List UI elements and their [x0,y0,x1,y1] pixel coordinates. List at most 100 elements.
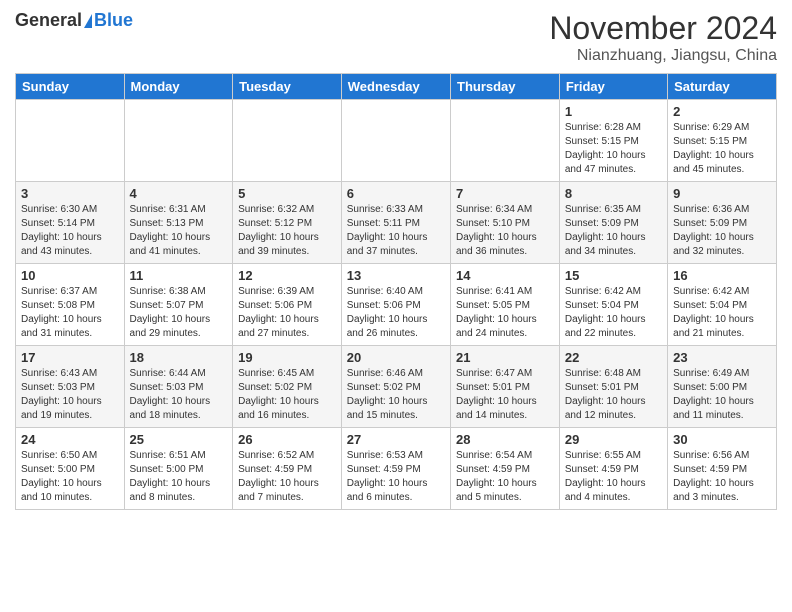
day-number: 27 [347,432,445,447]
day-number: 28 [456,432,554,447]
table-row [451,100,560,182]
header: General Blue November 2024 Nianzhuang, J… [15,10,777,65]
day-number: 11 [130,268,228,283]
calendar-week-5: 24 Sunrise: 6:50 AMSunset: 5:00 PMDayligh… [16,428,777,510]
table-row: 19 Sunrise: 6:45 AMSunset: 5:02 PMDayligh… [233,346,342,428]
day-number: 9 [673,186,771,201]
table-row: 9 Sunrise: 6:36 AMSunset: 5:09 PMDaylight… [668,182,777,264]
logo: General Blue [15,10,133,31]
location-subtitle: Nianzhuang, Jiangsu, China [549,47,777,65]
calendar-week-3: 10 Sunrise: 6:37 AMSunset: 5:08 PMDayligh… [16,264,777,346]
day-info: Sunrise: 6:53 AMSunset: 4:59 PMDaylight:… [347,449,445,505]
calendar: Sunday Monday Tuesday Wednesday Thursday… [15,73,777,510]
day-number: 24 [21,432,119,447]
table-row: 12 Sunrise: 6:39 AMSunset: 5:06 PMDayligh… [233,264,342,346]
logo-triangle-icon [84,14,92,28]
day-info: Sunrise: 6:50 AMSunset: 5:00 PMDaylight:… [21,449,119,505]
table-row: 16 Sunrise: 6:42 AMSunset: 5:04 PMDayligh… [668,264,777,346]
day-number: 19 [238,350,336,365]
col-saturday: Saturday [668,74,777,100]
day-info: Sunrise: 6:48 AMSunset: 5:01 PMDaylight:… [565,367,662,423]
day-info: Sunrise: 6:56 AMSunset: 4:59 PMDaylight:… [673,449,771,505]
calendar-week-1: 1 Sunrise: 6:28 AMSunset: 5:15 PMDaylight… [16,100,777,182]
day-number: 8 [565,186,662,201]
day-info: Sunrise: 6:39 AMSunset: 5:06 PMDaylight:… [238,285,336,341]
day-number: 6 [347,186,445,201]
table-row [16,100,125,182]
day-number: 16 [673,268,771,283]
day-info: Sunrise: 6:51 AMSunset: 5:00 PMDaylight:… [130,449,228,505]
day-info: Sunrise: 6:36 AMSunset: 5:09 PMDaylight:… [673,203,771,259]
table-row: 6Sunrise: 6:33 AMSunset: 5:11 PMDaylight… [341,182,450,264]
calendar-week-2: 3Sunrise: 6:30 AMSunset: 5:14 PMDaylight… [16,182,777,264]
day-info: Sunrise: 6:31 AMSunset: 5:13 PMDaylight:… [130,203,228,259]
day-number: 20 [347,350,445,365]
day-info: Sunrise: 6:30 AMSunset: 5:14 PMDaylight:… [21,203,119,259]
day-info: Sunrise: 6:52 AMSunset: 4:59 PMDaylight:… [238,449,336,505]
day-info: Sunrise: 6:47 AMSunset: 5:01 PMDaylight:… [456,367,554,423]
col-tuesday: Tuesday [233,74,342,100]
title-section: November 2024 Nianzhuang, Jiangsu, China [549,10,777,65]
table-row: 23 Sunrise: 6:49 AMSunset: 5:00 PMDayligh… [668,346,777,428]
table-row: 20Sunrise: 6:46 AMSunset: 5:02 PMDayligh… [341,346,450,428]
table-row: 8 Sunrise: 6:35 AMSunset: 5:09 PMDaylight… [559,182,667,264]
day-info: Sunrise: 6:40 AMSunset: 5:06 PMDaylight:… [347,285,445,341]
day-number: 26 [238,432,336,447]
logo-blue: Blue [94,10,133,31]
calendar-week-4: 17 Sunrise: 6:43 AMSunset: 5:03 PMDayligh… [16,346,777,428]
table-row: 29 Sunrise: 6:55 AMSunset: 4:59 PMDayligh… [559,428,667,510]
day-number: 23 [673,350,771,365]
page: General Blue November 2024 Nianzhuang, J… [0,0,792,520]
day-number: 1 [565,104,662,119]
day-info: Sunrise: 6:45 AMSunset: 5:02 PMDaylight:… [238,367,336,423]
table-row: 26 Sunrise: 6:52 AMSunset: 4:59 PMDayligh… [233,428,342,510]
day-number: 2 [673,104,771,119]
month-title: November 2024 [549,10,777,47]
day-info: Sunrise: 6:35 AMSunset: 5:09 PMDaylight:… [565,203,662,259]
col-friday: Friday [559,74,667,100]
day-number: 30 [673,432,771,447]
table-row: 30 Sunrise: 6:56 AMSunset: 4:59 PMDayligh… [668,428,777,510]
col-monday: Monday [124,74,233,100]
day-info: Sunrise: 6:42 AMSunset: 5:04 PMDaylight:… [565,285,662,341]
table-row: 10 Sunrise: 6:37 AMSunset: 5:08 PMDayligh… [16,264,125,346]
table-row: 1 Sunrise: 6:28 AMSunset: 5:15 PMDaylight… [559,100,667,182]
day-info: Sunrise: 6:38 AMSunset: 5:07 PMDaylight:… [130,285,228,341]
table-row: 15 Sunrise: 6:42 AMSunset: 5:04 PMDayligh… [559,264,667,346]
table-row [124,100,233,182]
day-number: 5 [238,186,336,201]
day-number: 29 [565,432,662,447]
day-number: 17 [21,350,119,365]
day-info: Sunrise: 6:54 AMSunset: 4:59 PMDaylight:… [456,449,554,505]
table-row: 21 Sunrise: 6:47 AMSunset: 5:01 PMDayligh… [451,346,560,428]
day-info: Sunrise: 6:44 AMSunset: 5:03 PMDaylight:… [130,367,228,423]
table-row [233,100,342,182]
day-info: Sunrise: 6:28 AMSunset: 5:15 PMDaylight:… [565,121,662,177]
day-number: 15 [565,268,662,283]
table-row: 17 Sunrise: 6:43 AMSunset: 5:03 PMDayligh… [16,346,125,428]
table-row: 14Sunrise: 6:41 AMSunset: 5:05 PMDayligh… [451,264,560,346]
day-info: Sunrise: 6:43 AMSunset: 5:03 PMDaylight:… [21,367,119,423]
table-row: 7Sunrise: 6:34 AMSunset: 5:10 PMDaylight… [451,182,560,264]
day-number: 21 [456,350,554,365]
table-row [341,100,450,182]
day-number: 10 [21,268,119,283]
col-wednesday: Wednesday [341,74,450,100]
logo-text: General Blue [15,10,133,31]
day-number: 4 [130,186,228,201]
day-number: 22 [565,350,662,365]
calendar-header-row: Sunday Monday Tuesday Wednesday Thursday… [16,74,777,100]
day-info: Sunrise: 6:37 AMSunset: 5:08 PMDaylight:… [21,285,119,341]
day-info: Sunrise: 6:49 AMSunset: 5:00 PMDaylight:… [673,367,771,423]
day-number: 7 [456,186,554,201]
day-info: Sunrise: 6:42 AMSunset: 5:04 PMDaylight:… [673,285,771,341]
table-row: 13Sunrise: 6:40 AMSunset: 5:06 PMDayligh… [341,264,450,346]
day-info: Sunrise: 6:55 AMSunset: 4:59 PMDaylight:… [565,449,662,505]
day-number: 14 [456,268,554,283]
table-row: 11 Sunrise: 6:38 AMSunset: 5:07 PMDayligh… [124,264,233,346]
day-number: 12 [238,268,336,283]
table-row: 27 Sunrise: 6:53 AMSunset: 4:59 PMDayligh… [341,428,450,510]
table-row: 5Sunrise: 6:32 AMSunset: 5:12 PMDaylight… [233,182,342,264]
col-sunday: Sunday [16,74,125,100]
table-row: 24 Sunrise: 6:50 AMSunset: 5:00 PMDayligh… [16,428,125,510]
